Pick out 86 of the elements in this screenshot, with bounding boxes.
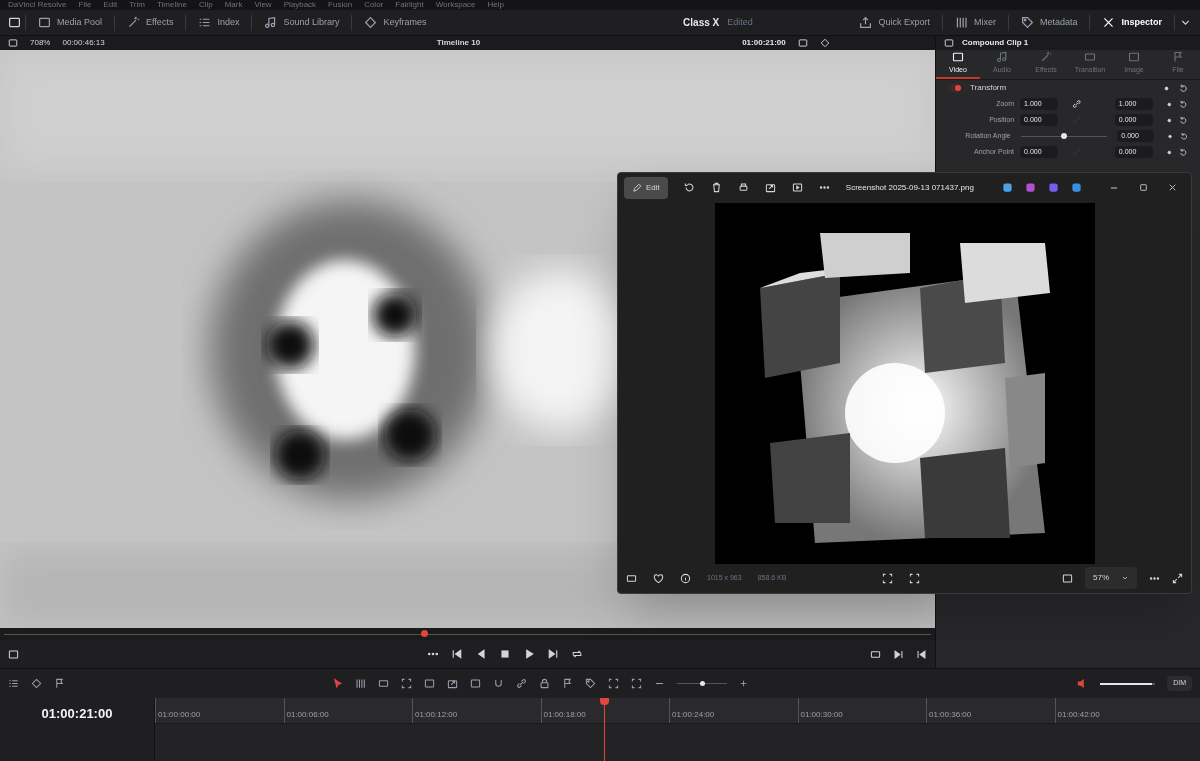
menu-item[interactable]: Edit — [103, 0, 118, 10]
skip-forward-icon[interactable] — [546, 648, 559, 660]
timeline-track-area[interactable]: 01:00:00:00 01:00:06:00 01:00:12:00 01:00:18:00 01:00:24:00 01:00:30:00 01:00:36:00 01:00:42:00 — [155, 698, 1200, 761]
toolbar-button[interactable]: Index — [190, 11, 248, 34]
menu-item[interactable]: Mark — [224, 0, 243, 10]
app-icon[interactable] — [1001, 182, 1013, 194]
timecode: 01:00:21:00 — [742, 37, 786, 49]
toolbar-button[interactable]: Effects — [119, 11, 182, 34]
upload-icon[interactable] — [859, 16, 873, 29]
app-icon[interactable] — [1047, 182, 1059, 194]
ruler-label: 01:00:30:00 — [800, 710, 843, 719]
cursor-icon[interactable] — [332, 678, 343, 689]
menu-item[interactable]: Fusion — [328, 0, 353, 10]
menu-item[interactable]: Playback — [283, 0, 317, 10]
reset-icon[interactable] — [1179, 99, 1188, 109]
project-status: Edited — [727, 15, 753, 29]
flag-icon[interactable] — [562, 678, 573, 689]
toolbar-button[interactable]: Keyframes — [356, 11, 435, 34]
project-title: Class X — [683, 16, 720, 30]
menu-item[interactable]: File — [78, 0, 92, 10]
ruler-label: 01:00:00:00 — [158, 710, 201, 719]
list-icon[interactable] — [198, 16, 212, 29]
zoom-in-icon[interactable] — [739, 679, 748, 688]
reset-icon[interactable] — [1179, 147, 1188, 157]
ruler-label: 01:00:24:00 — [672, 710, 715, 719]
ruler-label: 01:00:18:00 — [543, 710, 586, 719]
track-icon[interactable] — [8, 678, 19, 689]
toolbar-button[interactable]: Metadata — [1012, 11, 1086, 34]
fullscreen-icon[interactable] — [1172, 572, 1183, 584]
menu-item[interactable]: DaVinci Resolve — [8, 0, 67, 10]
previous-icon[interactable] — [916, 648, 927, 660]
toolbar-button[interactable]: Inspector — [1094, 11, 1170, 34]
ruler-label: 01:00:12:00 — [415, 710, 458, 719]
ruler-label: 01:00:42:00 — [1057, 710, 1100, 719]
menu-item[interactable]: Workspace — [435, 0, 476, 10]
close-icon[interactable] — [1168, 183, 1177, 193]
app-icon[interactable] — [1070, 182, 1082, 194]
timecode: 01:00:21:00 — [40, 705, 114, 724]
ruler-label: 01:00:36:00 — [929, 710, 972, 719]
overwrite-icon[interactable] — [447, 678, 458, 689]
toolbar-button[interactable]: Sound Library — [256, 11, 348, 34]
music-note-icon[interactable] — [996, 51, 1008, 64]
toggle-switch[interactable] — [948, 84, 962, 92]
playhead-line — [604, 705, 606, 761]
reset-icon[interactable] — [1179, 115, 1188, 125]
zoom-level[interactable]: 708% — [30, 37, 51, 49]
menu-item[interactable]: Help — [487, 0, 505, 10]
wand-icon[interactable] — [127, 16, 141, 29]
inspector-icon[interactable] — [1102, 16, 1116, 29]
toolbar-button[interactable]: Media Pool — [30, 11, 111, 34]
menu-item[interactable]: View — [254, 0, 272, 10]
slider-thumb[interactable] — [700, 681, 705, 686]
marker-icon[interactable] — [585, 678, 596, 689]
next-icon[interactable] — [893, 648, 904, 660]
stop-icon[interactable] — [498, 648, 511, 660]
link-icon[interactable] — [516, 678, 527, 689]
toolbar-button[interactable]: Quick Export — [851, 11, 938, 34]
timeline-name[interactable]: Timeline 10 — [436, 37, 481, 49]
playhead-marker[interactable] — [421, 629, 429, 637]
slider-thumb[interactable] — [1061, 132, 1067, 139]
app-icon[interactable] — [1024, 182, 1036, 194]
tag-icon[interactable] — [1020, 16, 1034, 29]
reset-icon[interactable] — [1179, 83, 1188, 93]
menu-item[interactable]: Color — [364, 0, 384, 10]
maximize-icon[interactable] — [1139, 183, 1148, 193]
loop-icon[interactable] — [570, 648, 583, 660]
toolbar-button[interactable]: Mixer — [946, 11, 1004, 34]
wand-icon[interactable] — [1040, 51, 1052, 64]
reset-icon[interactable] — [1179, 131, 1188, 141]
section-title: Transform — [970, 82, 1008, 94]
clip-title: Compound Clip 1 — [962, 37, 1029, 49]
mixer-icon[interactable] — [954, 16, 968, 29]
menu-item[interactable]: Fairlight — [395, 0, 424, 10]
snap-icon[interactable] — [493, 678, 504, 689]
ruler-label: 01:00:06:00 — [286, 710, 329, 719]
zoom-dropdown[interactable]: 57% — [1085, 567, 1137, 590]
playhead[interactable] — [600, 698, 610, 705]
menu-item[interactable]: Timeline — [156, 0, 187, 10]
skip-back-icon[interactable] — [450, 648, 463, 660]
timecode: 00:00:46:13 — [62, 37, 105, 49]
lock-icon[interactable] — [539, 678, 550, 689]
panel-toggle-icon[interactable] — [8, 16, 21, 29]
menu-item[interactable]: Clip — [198, 0, 213, 10]
diamond-icon[interactable] — [364, 16, 378, 29]
menu-item[interactable]: Trim — [129, 0, 145, 10]
music-note-icon[interactable] — [264, 16, 278, 29]
